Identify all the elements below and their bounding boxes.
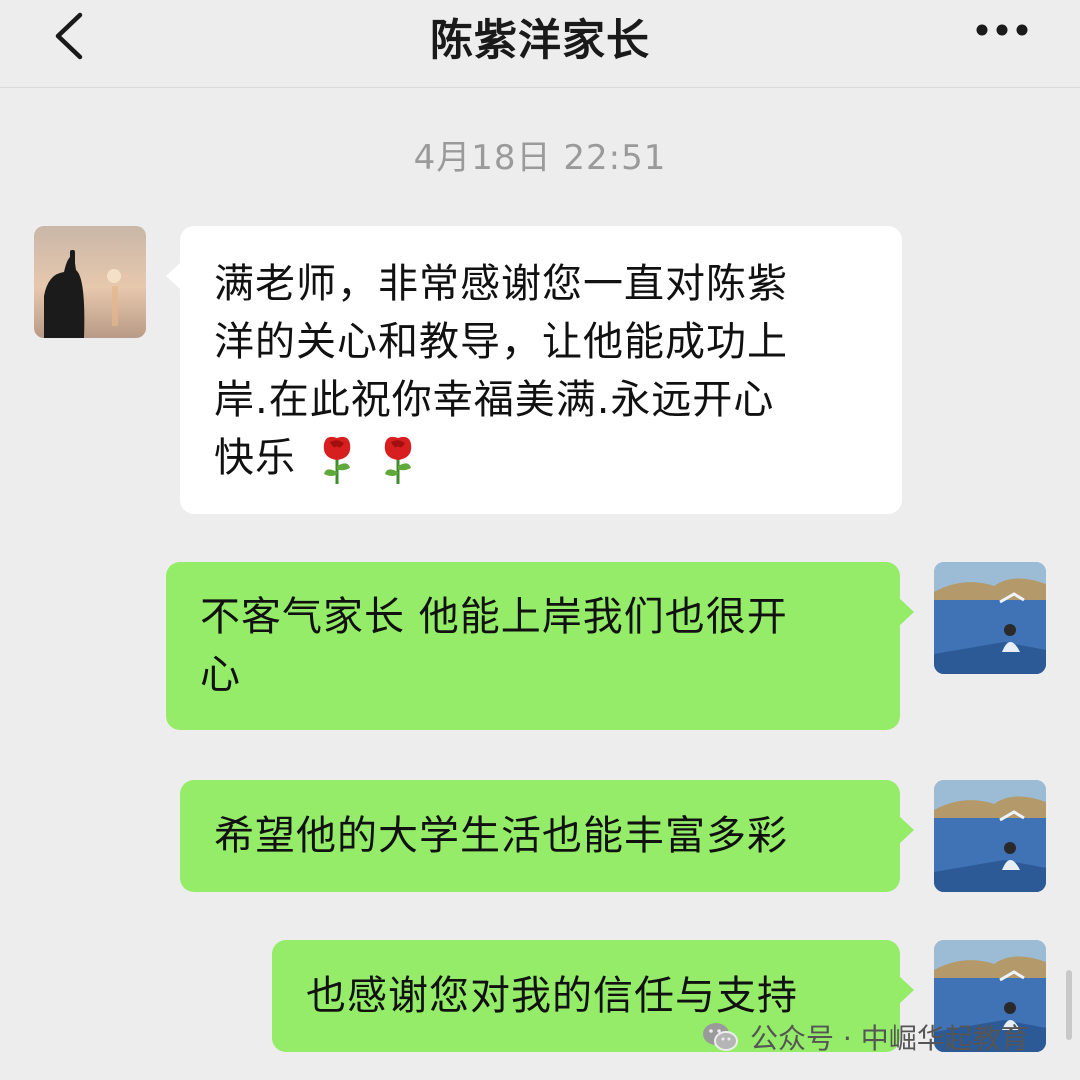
chat-screen: 陈紫洋家长 4月18日 22:51 满老师，非常感谢您一直对陈紫 洋的关心和教导… <box>0 0 1080 1080</box>
teacher-avatar[interactable] <box>934 562 1046 674</box>
watermark-text: 公众号 · 中崛华起教育 <box>750 1022 1029 1055</box>
message-line: 岸.在此祝你幸福美满.永远开心 <box>214 377 775 423</box>
chat-header: 陈紫洋家长 <box>0 0 1080 88</box>
message-line: 希望他的大学生活也能丰富多彩 <box>214 813 788 859</box>
parent-avatar[interactable] <box>34 226 146 338</box>
message-line: 不客气家长 他能上岸我们也很开 <box>200 594 788 640</box>
message-line: 快乐 <box>214 429 872 487</box>
outgoing-message[interactable]: 不客气家长 他能上岸我们也很开 心 <box>166 562 914 730</box>
chat-title: 陈紫洋家长 <box>430 16 650 66</box>
rose-emoji-icon <box>385 436 412 484</box>
scrollbar[interactable] <box>1066 970 1072 1040</box>
rose-emoji-icon <box>323 436 350 484</box>
watermark: 公众号 · 中崛华起教育 <box>700 1014 1029 1060</box>
more-dots-icon <box>976 24 1028 36</box>
wechat-icon <box>703 1023 738 1051</box>
message-line: 洋的关心和教导，让他能成功上 <box>214 319 788 365</box>
teacher-avatar[interactable] <box>934 780 1046 892</box>
outgoing-message[interactable]: 希望他的大学生活也能丰富多彩 <box>180 780 914 892</box>
message-line: 心 <box>200 652 241 698</box>
message-line: 满老师，非常感谢您一直对陈紫 <box>214 261 788 307</box>
incoming-message[interactable]: 满老师，非常感谢您一直对陈紫 洋的关心和教导，让他能成功上 岸.在此祝你幸福美满… <box>166 226 902 514</box>
message-timestamp: 4月18日 22:51 <box>413 138 667 178</box>
more-button[interactable] <box>972 10 1032 50</box>
